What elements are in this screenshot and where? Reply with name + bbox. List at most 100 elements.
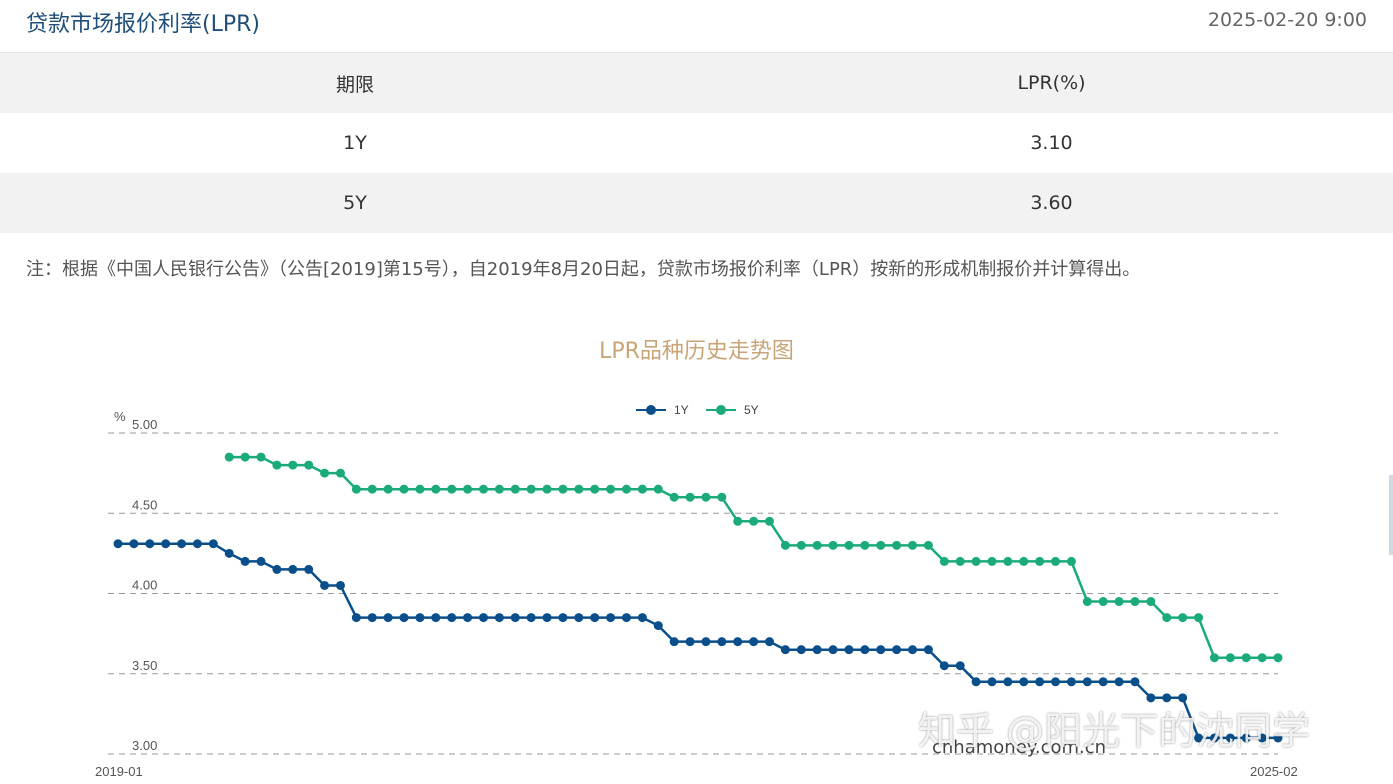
data-point-1y	[351, 613, 361, 623]
watermark: 知乎 @阳光下的沈同学	[918, 709, 1311, 753]
data-point-1y	[208, 539, 218, 549]
data-point-1y	[749, 637, 759, 647]
data-point-5y	[669, 492, 679, 502]
data-point-5y	[542, 484, 552, 494]
data-point-5y	[1225, 653, 1235, 663]
data-point-5y	[955, 556, 965, 566]
data-point-1y	[526, 613, 536, 623]
data-point-5y	[367, 484, 377, 494]
data-point-5y	[288, 460, 298, 470]
data-point-1y	[733, 637, 743, 647]
data-point-5y	[224, 452, 234, 462]
data-point-1y	[320, 580, 330, 590]
data-point-5y	[685, 492, 695, 502]
data-point-1y	[335, 580, 345, 590]
data-point-5y	[574, 484, 584, 494]
data-point-1y	[717, 637, 727, 647]
data-point-1y	[1035, 677, 1045, 687]
data-point-5y	[621, 484, 631, 494]
data-point-5y	[717, 492, 727, 502]
data-point-5y	[304, 460, 314, 470]
data-point-5y	[987, 556, 997, 566]
data-point-5y	[590, 484, 600, 494]
y-tick-label: 3.00	[132, 738, 157, 753]
data-point-5y	[1035, 556, 1045, 566]
y-tick-label: 4.00	[132, 578, 157, 593]
legend-label: 1Y	[674, 403, 689, 417]
data-point-1y	[1066, 677, 1076, 687]
data-point-5y	[1082, 597, 1092, 607]
data-point-5y	[971, 556, 981, 566]
data-point-1y	[701, 637, 711, 647]
data-point-1y	[780, 645, 790, 655]
data-point-5y	[939, 556, 949, 566]
data-point-5y	[463, 484, 473, 494]
data-point-1y	[1130, 677, 1140, 687]
data-point-1y	[876, 645, 886, 655]
data-point-1y	[288, 564, 298, 574]
data-point-5y	[1019, 556, 1029, 566]
data-point-5y	[780, 540, 790, 550]
data-point-5y	[844, 540, 854, 550]
scrollbar-thumb[interactable]	[1389, 475, 1393, 555]
data-point-5y	[860, 540, 870, 550]
data-point-5y	[653, 484, 663, 494]
data-point-1y	[224, 548, 234, 558]
data-point-5y	[1257, 653, 1267, 663]
data-point-5y	[1273, 653, 1283, 663]
data-point-1y	[590, 613, 600, 623]
data-point-1y	[415, 613, 425, 623]
data-point-1y	[844, 645, 854, 655]
data-point-1y	[765, 637, 775, 647]
data-point-1y	[447, 613, 457, 623]
data-point-1y	[558, 613, 568, 623]
data-point-1y	[669, 637, 679, 647]
data-point-5y	[431, 484, 441, 494]
data-point-5y	[1241, 653, 1251, 663]
data-point-1y	[478, 613, 488, 623]
legend-label: 5Y	[744, 403, 759, 417]
data-point-1y	[463, 613, 473, 623]
data-point-1y	[145, 539, 155, 549]
data-point-1y	[621, 613, 631, 623]
x-tick-label: 2025-02	[1250, 764, 1298, 779]
data-point-5y	[335, 468, 345, 478]
data-point-1y	[606, 613, 616, 623]
data-point-5y	[1178, 613, 1188, 623]
data-point-1y	[685, 637, 695, 647]
data-point-5y	[701, 492, 711, 502]
data-point-5y	[923, 540, 933, 550]
y-tick-label: 4.50	[132, 497, 157, 512]
data-point-1y	[828, 645, 838, 655]
data-point-1y	[542, 613, 552, 623]
data-point-5y	[256, 452, 266, 462]
data-point-1y	[113, 539, 123, 549]
lpr-history-chart: 5.00 4.50 4.00 3.50 3.00% 2019-01 2025-02 1Y 5Y	[95, 403, 1298, 779]
data-point-1y	[971, 677, 981, 687]
x-tick-label: 2019-01	[95, 764, 143, 779]
data-point-5y	[1194, 613, 1204, 623]
data-point-1y	[383, 613, 393, 623]
data-point-5y	[908, 540, 918, 550]
y-axis-label: %	[114, 409, 126, 424]
data-point-5y	[447, 484, 457, 494]
data-point-1y	[923, 645, 933, 655]
data-point-1y	[399, 613, 409, 623]
data-point-5y	[240, 452, 250, 462]
data-point-1y	[574, 613, 584, 623]
data-point-5y	[892, 540, 902, 550]
data-point-5y	[1003, 556, 1013, 566]
data-point-5y	[1066, 556, 1076, 566]
y-tick-label: 3.50	[132, 658, 157, 673]
data-point-5y	[320, 468, 330, 478]
data-point-5y	[383, 484, 393, 494]
data-point-5y	[812, 540, 822, 550]
data-point-5y	[1162, 613, 1172, 623]
data-point-1y	[256, 556, 266, 566]
data-point-5y	[1209, 653, 1219, 663]
data-point-1y	[892, 645, 902, 655]
data-point-5y	[415, 484, 425, 494]
data-point-1y	[1098, 677, 1108, 687]
data-point-5y	[606, 484, 616, 494]
data-point-1y	[1082, 677, 1092, 687]
